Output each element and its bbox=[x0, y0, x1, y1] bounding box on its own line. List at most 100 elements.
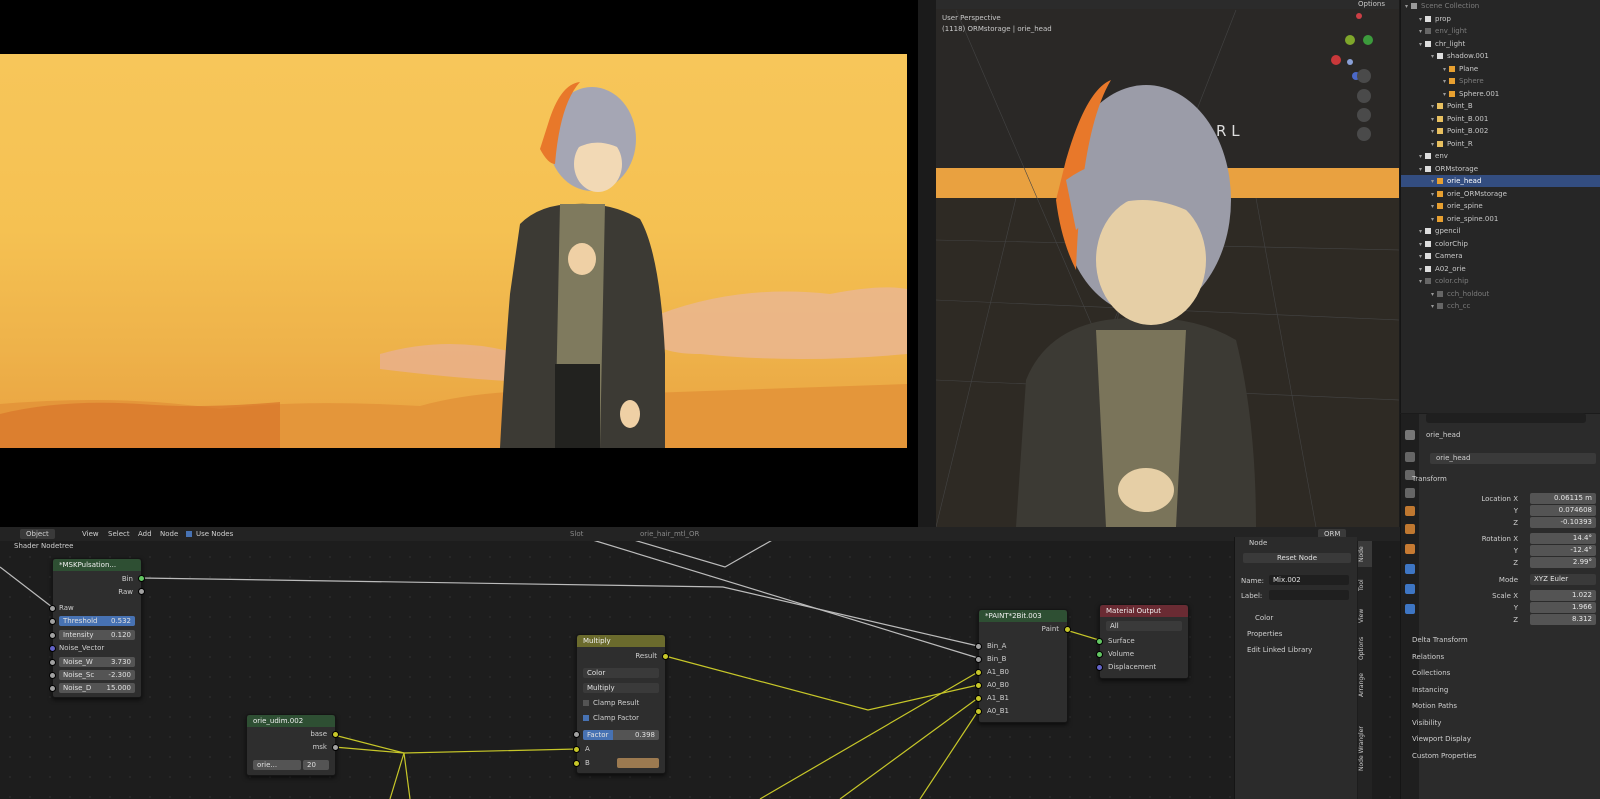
properties-section[interactable]: Visibility bbox=[1412, 719, 1441, 727]
outliner-item[interactable]: ▾ orie_head bbox=[1401, 175, 1600, 187]
outliner-item[interactable]: ▾ Point_R bbox=[1401, 138, 1600, 150]
expand-icon[interactable]: ▾ bbox=[1431, 116, 1434, 123]
properties-section[interactable]: Viewport Display bbox=[1412, 735, 1471, 743]
options-button[interactable]: Options bbox=[1358, 0, 1385, 8]
world-tab-icon[interactable] bbox=[1405, 524, 1415, 534]
paint-input-socket[interactable] bbox=[975, 656, 982, 663]
object-data-name[interactable]: orie_head bbox=[1436, 454, 1470, 462]
expand-icon[interactable]: ▾ bbox=[1431, 178, 1434, 185]
expand-icon[interactable]: ▾ bbox=[1431, 191, 1434, 198]
object-name-field[interactable]: orie_head bbox=[1426, 431, 1460, 439]
expand-icon[interactable]: ▾ bbox=[1431, 203, 1434, 210]
paint-2bit-node[interactable]: *PAINT*2Bit.003 Paint Bin_A Bin_B A1_B0 A0_… bbox=[975, 609, 1071, 723]
paint-node-title[interactable]: *PAINT*2Bit.003 bbox=[979, 610, 1067, 622]
properties-section[interactable]: Instancing bbox=[1412, 686, 1448, 694]
expand-icon[interactable]: ▾ bbox=[1419, 278, 1422, 285]
outliner-item[interactable]: ▾ Scene Collection bbox=[1401, 0, 1600, 12]
socket-noise-d-in[interactable] bbox=[49, 685, 56, 692]
node-sidebar[interactable]: Node Reset Node Name: Mix.002 Label: Col… bbox=[1234, 537, 1357, 799]
outliner-item[interactable]: ▾ ORMstorage bbox=[1401, 163, 1600, 175]
socket-noise-w-in[interactable] bbox=[49, 659, 56, 666]
expand-icon[interactable]: ▾ bbox=[1431, 303, 1434, 310]
expand-icon[interactable]: ▾ bbox=[1431, 291, 1434, 298]
physics-tab-icon[interactable] bbox=[1405, 604, 1415, 614]
expand-icon[interactable]: ▾ bbox=[1443, 66, 1446, 73]
material-output-title[interactable]: Material Output bbox=[1100, 605, 1188, 617]
socket-displacement-in[interactable] bbox=[1096, 664, 1103, 671]
scale-y-field[interactable]: 1.966 bbox=[1530, 602, 1596, 613]
expand-icon[interactable]: ▾ bbox=[1419, 166, 1422, 173]
outliner-item[interactable]: ▾ orie_spine bbox=[1401, 200, 1600, 212]
udim-image-select[interactable]: orie... bbox=[253, 760, 301, 770]
threshold-field[interactable]: Threshold 0.532 bbox=[59, 616, 135, 626]
noise-w-field[interactable]: Noise_W 3.730 bbox=[59, 657, 135, 667]
expand-icon[interactable]: ▾ bbox=[1419, 41, 1422, 48]
object-tab-icon[interactable] bbox=[1405, 544, 1415, 554]
render-tab-icon[interactable] bbox=[1405, 452, 1415, 462]
socket-raw-out[interactable] bbox=[138, 588, 145, 595]
socket-b-in[interactable] bbox=[573, 760, 580, 767]
udim-node-title[interactable]: orie_udim.002 bbox=[247, 715, 335, 727]
properties-section[interactable]: Properties bbox=[1247, 630, 1282, 638]
expand-icon[interactable]: ▾ bbox=[1443, 91, 1446, 98]
socket-bin-out[interactable] bbox=[138, 575, 145, 582]
expand-icon[interactable]: ▾ bbox=[1419, 253, 1422, 260]
outliner-item[interactable]: ▾ chr_light bbox=[1401, 38, 1600, 50]
edit-linked-library-section[interactable]: Edit Linked Library bbox=[1247, 646, 1312, 654]
menu-node[interactable]: Node bbox=[160, 529, 178, 539]
expand-icon[interactable]: ▾ bbox=[1419, 153, 1422, 160]
paint-input-socket[interactable] bbox=[975, 669, 982, 676]
socket-intensity-in[interactable] bbox=[49, 632, 56, 639]
expand-icon[interactable]: ▾ bbox=[1419, 241, 1422, 248]
3d-viewport[interactable]: Options User Perspective (1118) ORMstora… bbox=[936, 0, 1399, 527]
multiply-blend-select[interactable]: Multiply bbox=[583, 683, 659, 693]
sidebar-tabs[interactable]: Node Tool View Options Arrange Node Wrangler bbox=[1358, 537, 1372, 799]
noise-d-field[interactable]: Noise_D 15.000 bbox=[59, 683, 135, 693]
outliner-item[interactable]: ▾ cch_cc bbox=[1401, 300, 1600, 312]
sidebar-tab[interactable]: View bbox=[1358, 603, 1372, 629]
menu-select[interactable]: Select bbox=[108, 529, 130, 539]
socket-paint-out[interactable] bbox=[1064, 626, 1071, 633]
expand-icon[interactable]: ▾ bbox=[1431, 141, 1434, 148]
socket-raw-in[interactable] bbox=[49, 605, 56, 612]
material-select[interactable]: orie_hair_mtl_OR bbox=[640, 529, 699, 539]
sidebar-tab[interactable]: Node bbox=[1358, 541, 1372, 567]
properties-section[interactable]: Delta Transform bbox=[1412, 636, 1468, 644]
outliner-item[interactable]: ▾ color.chip bbox=[1401, 275, 1600, 287]
properties-section[interactable]: Custom Properties bbox=[1412, 752, 1476, 760]
expand-icon[interactable]: ▾ bbox=[1443, 78, 1446, 85]
socket-msk-out[interactable] bbox=[332, 744, 339, 751]
orie-udim-node[interactable]: orie_udim.002 base msk orie... 20 bbox=[246, 714, 339, 776]
node-editor-header[interactable]: Object View Select Add Node Use Nodes Sl… bbox=[0, 527, 1400, 541]
scene-tab-icon[interactable] bbox=[1405, 506, 1415, 516]
outliner-item[interactable]: ▾ orie_spine.001 bbox=[1401, 213, 1600, 225]
reset-node-button[interactable]: Reset Node bbox=[1243, 553, 1351, 563]
paint-input-socket[interactable] bbox=[975, 695, 982, 702]
menu-add[interactable]: Add bbox=[138, 529, 152, 539]
socket-base-out[interactable] bbox=[332, 731, 339, 738]
expand-icon[interactable]: ▾ bbox=[1419, 16, 1422, 23]
socket-volume-in[interactable] bbox=[1096, 651, 1103, 658]
tool-tab-icon[interactable] bbox=[1405, 430, 1415, 440]
location-x-field[interactable]: 0.06115 m bbox=[1530, 493, 1596, 504]
viewport-header[interactable]: Options bbox=[936, 0, 1399, 9]
outliner-item[interactable]: ▾ env bbox=[1401, 150, 1600, 162]
outliner-item[interactable]: ▾ shadow.001 bbox=[1401, 50, 1600, 62]
output-target-select[interactable]: All bbox=[1106, 621, 1182, 631]
outliner-item[interactable]: ▾ cch_holdout bbox=[1401, 288, 1600, 300]
outliner-item[interactable]: ▾ Point_B bbox=[1401, 100, 1600, 112]
outliner-item[interactable]: ▾ Point_B.001 bbox=[1401, 113, 1600, 125]
sidebar-tab[interactable]: Options bbox=[1358, 633, 1372, 663]
multiply-node[interactable]: Multiply Result Color Multiply Clamp Res… bbox=[573, 634, 669, 774]
rotation-mode-select[interactable]: XYZ Euler bbox=[1530, 574, 1596, 585]
modifier-tab-icon[interactable] bbox=[1405, 564, 1415, 574]
paint-input-socket[interactable] bbox=[975, 643, 982, 650]
menu-view[interactable]: View bbox=[82, 529, 99, 539]
location-y-field[interactable]: 0.074608 bbox=[1530, 505, 1596, 516]
outliner-item[interactable]: ▾ A02_orie bbox=[1401, 263, 1600, 275]
expand-icon[interactable]: ▾ bbox=[1431, 128, 1434, 135]
properties-section[interactable]: Collections bbox=[1412, 669, 1450, 677]
node-section-header[interactable]: Node bbox=[1249, 539, 1267, 547]
rotation-z-field[interactable]: 2.99° bbox=[1530, 557, 1596, 568]
properties-section[interactable]: Motion Paths bbox=[1412, 702, 1457, 710]
